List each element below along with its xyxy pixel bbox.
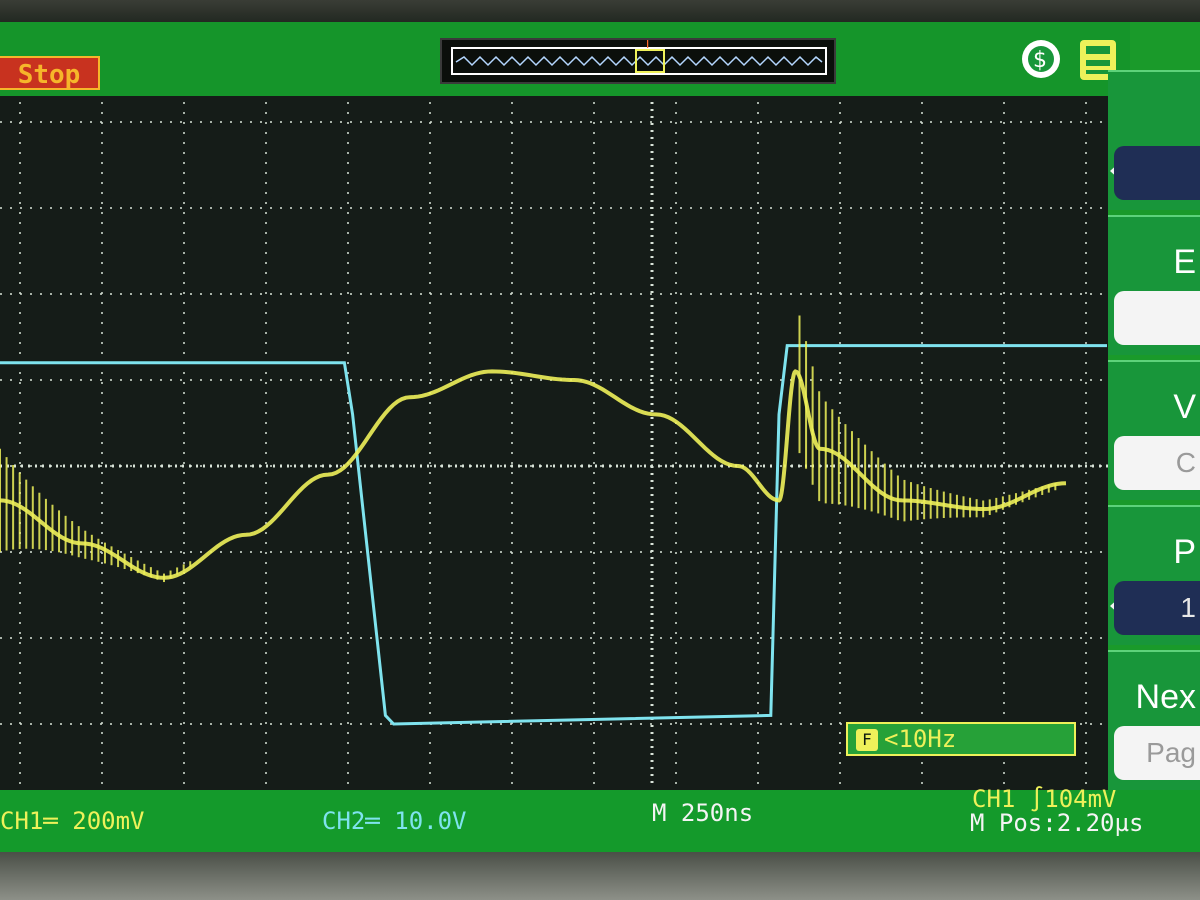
ch1-trace <box>0 369 1067 580</box>
softkey-2[interactable]: E <box>1108 215 1200 355</box>
softkey-menu: E V C P 1 Nex Pag <box>1108 70 1200 790</box>
softkey-4[interactable]: P 1 <box>1108 505 1200 645</box>
svg-text:T: T <box>644 40 651 51</box>
softkey-1-value <box>1114 146 1200 200</box>
softkey-3-value: C <box>1114 436 1200 490</box>
waveform-display[interactable] <box>0 96 1108 790</box>
monitor-bezel-bottom <box>0 852 1200 900</box>
softkey-5-label: Nex <box>1135 678 1196 716</box>
softkey-5[interactable]: Nex Pag <box>1108 650 1200 790</box>
ch2-trace <box>0 344 1107 726</box>
usb-storage-icon[interactable]: $ <box>1018 36 1064 82</box>
softkey-5-value: Pag <box>1114 726 1200 780</box>
softkey-3[interactable]: V C <box>1108 360 1200 500</box>
waveform-overview-icon: T <box>451 37 827 75</box>
memory-overview-strip[interactable]: T <box>440 37 836 84</box>
frequency-readout: <10Hz <box>884 725 957 753</box>
softkey-4-label: P <box>1173 533 1196 571</box>
timebase-readout[interactable]: M 250ns <box>652 800 753 826</box>
svg-text:$: $ <box>1033 48 1047 73</box>
softkey-2-value <box>1114 291 1200 345</box>
ch2-scale[interactable]: CH2═ 10.0V <box>322 808 467 834</box>
horizontal-position[interactable]: M Pos:2.20µs <box>970 810 1143 836</box>
frequency-counter: F <10Hz <box>846 722 1076 756</box>
softkey-1[interactable] <box>1108 70 1200 210</box>
softkey-3-label: V <box>1173 388 1196 426</box>
ch1-scale[interactable]: CH1═ 200mV <box>0 808 145 834</box>
softkey-2-label: E <box>1173 243 1196 281</box>
softkey-4-value: 1 <box>1114 581 1200 635</box>
counter-icon: F <box>856 729 878 751</box>
run-state-badge[interactable]: Stop <box>0 56 100 90</box>
graticule-and-traces <box>0 102 1108 784</box>
